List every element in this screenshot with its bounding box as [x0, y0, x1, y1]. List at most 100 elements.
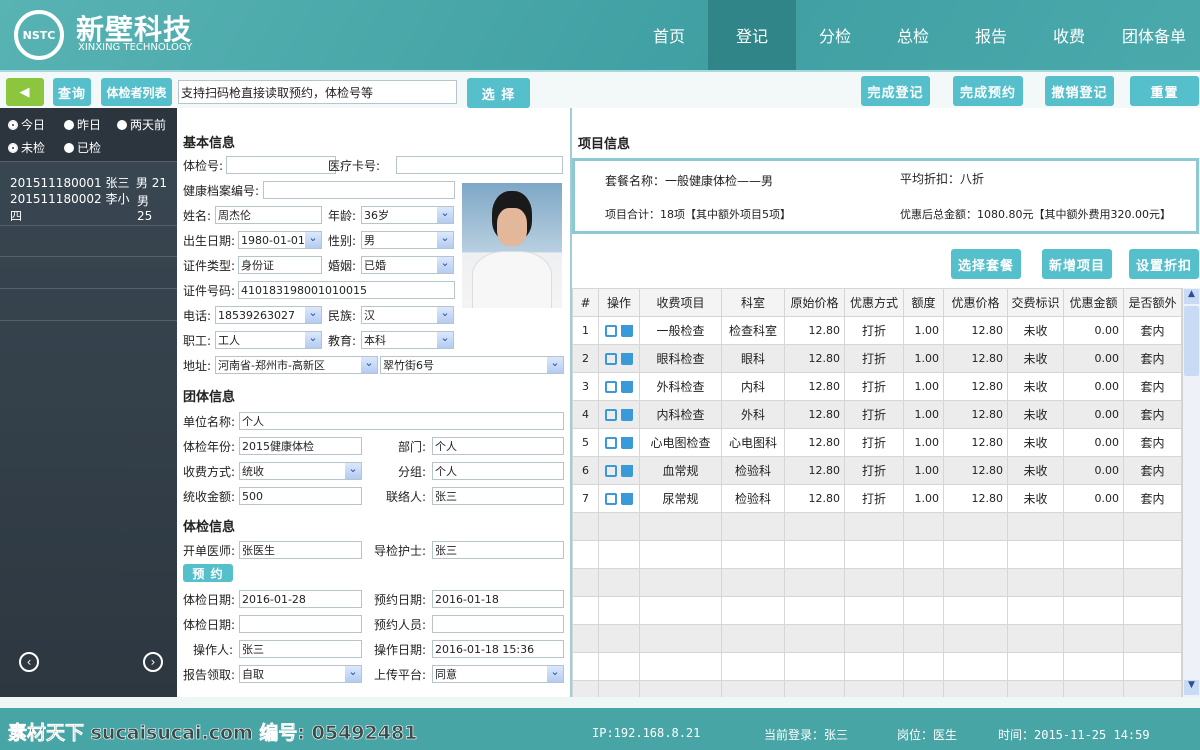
report-select[interactable]: 自取 [239, 665, 362, 683]
nav-group[interactable]: 团体备单 [1108, 0, 1200, 70]
edit-icon[interactable] [605, 381, 617, 393]
filter-label: 昨日 [77, 118, 102, 132]
nav-home[interactable]: 首页 [630, 0, 708, 70]
age-select[interactable]: 36岁 [361, 206, 454, 224]
filter-unchecked[interactable]: 未检 [8, 139, 45, 156]
exam-year-input[interactable]: 2015健康体检 [239, 437, 362, 455]
cell: 6 [572, 456, 599, 485]
book-person-input[interactable] [432, 615, 564, 633]
chevron-right-circle-icon[interactable]: › [143, 652, 163, 672]
filter-two-days[interactable]: 两天前 [117, 116, 166, 133]
team-input[interactable]: 个人 [432, 462, 564, 480]
unit-input[interactable]: 个人 [239, 412, 564, 430]
sex-select[interactable]: 男 [361, 231, 454, 249]
id-no-input[interactable]: 410183198001010015 [238, 281, 455, 299]
edit-icon[interactable] [605, 409, 617, 421]
scroll-down-icon[interactable]: ▼ [1184, 680, 1199, 695]
table-row[interactable]: 5 心电图检查 心电图科 12.80 打折 1.00 12.80 未收 0.00 套内 [572, 428, 1182, 457]
nav-triage[interactable]: 分检 [796, 0, 874, 70]
exam-no-input[interactable] [226, 156, 336, 174]
scroll-thumb[interactable] [1184, 306, 1199, 376]
chevron-left-circle-icon[interactable]: ‹ [19, 652, 39, 672]
doctor-input[interactable]: 张医生 [239, 541, 362, 559]
trash-icon[interactable] [621, 493, 633, 505]
edit-icon[interactable] [605, 493, 617, 505]
upload-select[interactable]: 同意 [432, 665, 564, 683]
patient-item[interactable]: 201511180002 李小四男 25 [0, 192, 177, 223]
amount-input[interactable]: 500 [239, 487, 362, 505]
set-discount-button[interactable]: 设置折扣 [1129, 249, 1199, 279]
exam-date-input[interactable]: 2016-01-28 [239, 590, 362, 608]
id-type-input[interactable]: 身份证 [238, 256, 322, 274]
job-select[interactable]: 工人 [215, 331, 322, 349]
table-row[interactable]: 4 内科检查 外科 12.80 打折 1.00 12.80 未收 0.00 套内 [572, 400, 1182, 429]
address-street-select[interactable]: 翠竹街6号 [380, 356, 564, 374]
trash-icon[interactable] [621, 381, 633, 393]
card-input[interactable] [396, 156, 563, 174]
scrollbar[interactable]: ▲ ▼ [1182, 288, 1200, 697]
trash-icon[interactable] [621, 409, 633, 421]
trash-icon[interactable] [621, 465, 633, 477]
filter-today[interactable]: 今日 [8, 116, 45, 133]
nav-register[interactable]: 登记 [708, 0, 796, 70]
table-row[interactable]: 3 外科检查 内科 12.80 打折 1.00 12.80 未收 0.00 套内 [572, 372, 1182, 401]
trash-icon[interactable] [621, 353, 633, 365]
table-row[interactable]: 7 尿常规 检验科 12.80 打折 1.00 12.80 未收 0.00 套内 [572, 484, 1182, 513]
reset-button[interactable]: 重置 [1130, 76, 1199, 106]
dept-input[interactable]: 个人 [432, 437, 564, 455]
select-package-button[interactable]: 选择套餐 [951, 249, 1021, 279]
cell: 2 [572, 344, 599, 373]
birth-select[interactable]: 1980-01-01 [238, 231, 322, 249]
edit-icon[interactable] [605, 353, 617, 365]
empty-cell [1063, 680, 1124, 697]
patient-list-button[interactable]: 体检者列表 [101, 78, 172, 106]
archive-input[interactable] [263, 181, 455, 199]
nav-billing[interactable]: 收费 [1030, 0, 1108, 70]
cell: 12.80 [943, 344, 1008, 373]
table-row[interactable]: 6 血常规 检验科 12.80 打折 1.00 12.80 未收 0.00 套内 [572, 456, 1182, 485]
add-item-button[interactable]: 新增项目 [1042, 249, 1112, 279]
table-row[interactable]: 2 眼科检查 眼科 12.80 打折 1.00 12.80 未收 0.00 套内 [572, 344, 1182, 373]
book-button[interactable]: 预 约 [183, 564, 233, 582]
address-region-select[interactable]: 河南省-郑州市-高新区 [215, 356, 378, 374]
back-button[interactable]: ◀ [6, 78, 44, 106]
nation-select[interactable]: 汉 [361, 306, 454, 324]
filter-yesterday[interactable]: 昨日 [64, 116, 101, 133]
current-user: 当前登录：张三 [764, 728, 849, 742]
empty-cell [598, 680, 640, 697]
complete-booking-button[interactable]: 完成预约 [953, 76, 1023, 106]
phone-select[interactable]: 18539263027 [215, 306, 322, 324]
operator-input[interactable]: 张三 [239, 640, 362, 658]
complete-register-button[interactable]: 完成登记 [861, 76, 930, 106]
book-person-label: 预约人员: [374, 618, 427, 632]
book-date-input[interactable]: 2016-01-18 [432, 590, 564, 608]
contact-input[interactable]: 张三 [432, 487, 564, 505]
table-row[interactable]: 1 一般检查 检查科室 12.80 打折 1.00 12.80 未收 0.00 套内 [572, 316, 1182, 345]
trash-icon[interactable] [621, 437, 633, 449]
edit-icon[interactable] [605, 325, 617, 337]
nav-summary[interactable]: 总检 [874, 0, 952, 70]
filter-checked[interactable]: 已检 [64, 139, 101, 156]
cancel-register-button[interactable]: 撤销登记 [1045, 76, 1114, 106]
nurse-input[interactable]: 张三 [432, 541, 564, 559]
marriage-select[interactable]: 已婚 [361, 256, 454, 274]
pay-method-select[interactable]: 统收 [239, 462, 362, 480]
scroll-up-icon[interactable]: ▲ [1184, 289, 1199, 304]
current-time: 时间：2015-11-25 14:59 [998, 728, 1150, 742]
cell: 套内 [1123, 372, 1182, 401]
select-button[interactable]: 选 择 [467, 78, 530, 108]
exam-date2-input[interactable] [239, 615, 362, 633]
search-input[interactable]: 支持扫码枪直接读取预约，体检号等 [178, 80, 457, 104]
op-date-input[interactable]: 2016-01-18 15:36 [432, 640, 564, 658]
cell: 未收 [1007, 484, 1064, 513]
edit-icon[interactable] [605, 465, 617, 477]
empty-cell [943, 680, 1008, 697]
cell: 眼科 [721, 344, 785, 373]
nav-report[interactable]: 报告 [952, 0, 1030, 70]
trash-icon[interactable] [621, 325, 633, 337]
name-input[interactable]: 周杰伦 [215, 206, 322, 224]
edit-icon[interactable] [605, 437, 617, 449]
empty-cell [1007, 624, 1064, 653]
edu-select[interactable]: 本科 [361, 331, 454, 349]
query-button[interactable]: 查询 [53, 78, 91, 106]
